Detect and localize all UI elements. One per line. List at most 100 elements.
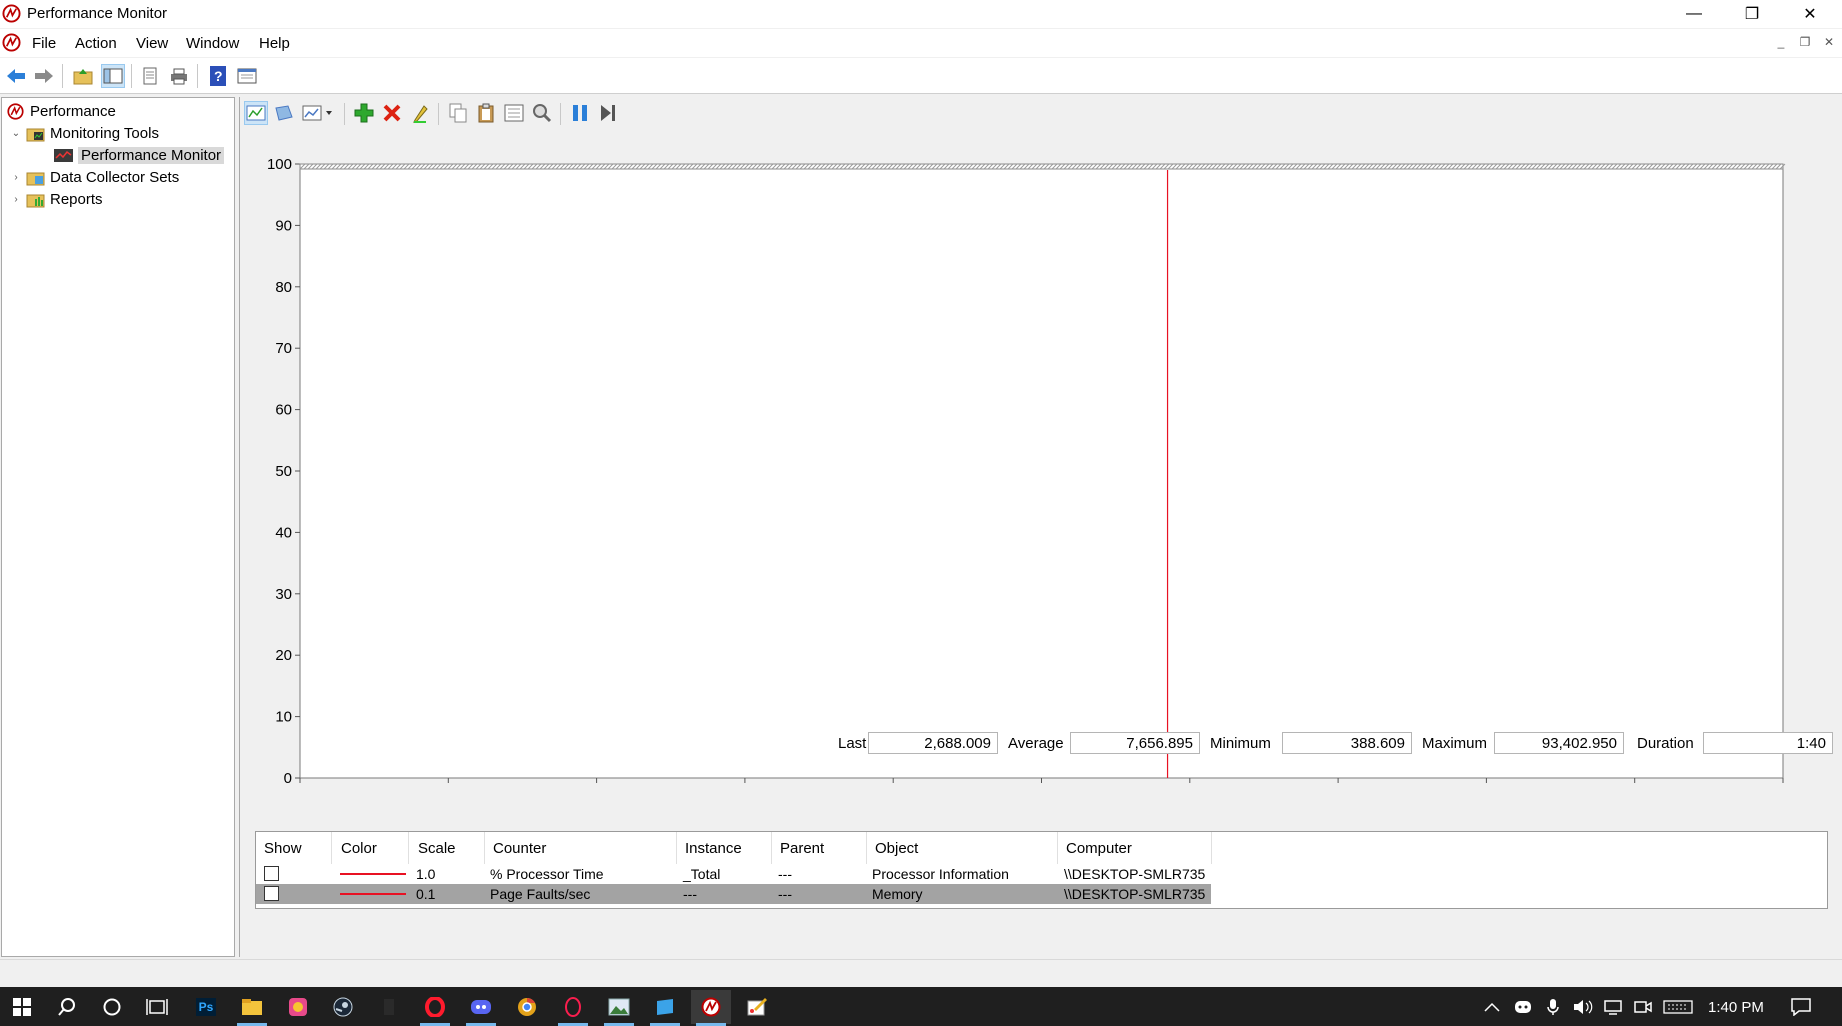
blank-app-icon[interactable] — [369, 992, 409, 1022]
stat-last-label: Last — [838, 735, 867, 752]
show-checkbox[interactable] — [264, 886, 279, 901]
table-row[interactable]: 1.0 % Processor Time _Total --- Processo… — [256, 864, 1211, 884]
show-checkbox[interactable] — [264, 866, 279, 881]
menu-view[interactable]: View — [136, 35, 168, 52]
update-data-icon[interactable] — [596, 101, 620, 125]
paste-counter-list-icon[interactable] — [474, 101, 498, 125]
forward-icon[interactable] — [32, 64, 56, 88]
cell-counter: % Processor Time — [490, 866, 604, 882]
column-header-color[interactable]: Color — [341, 840, 377, 857]
print-icon[interactable] — [167, 64, 191, 88]
title-bar: Performance Monitor — ❐ ✕ — [0, 0, 1842, 28]
restore-button[interactable]: ❐ — [1723, 0, 1781, 28]
tree-label: Data Collector Sets — [50, 169, 180, 186]
help-icon[interactable]: ? — [206, 64, 230, 88]
highlight-icon[interactable] — [408, 101, 432, 125]
task-view-icon[interactable] — [137, 992, 177, 1022]
close-button[interactable]: ✕ — [1781, 0, 1839, 28]
up-folder-icon[interactable] — [71, 64, 95, 88]
discord-tray-icon[interactable] — [1512, 996, 1534, 1018]
menu-action[interactable]: Action — [75, 35, 117, 52]
minimize-button[interactable]: — — [1665, 0, 1723, 28]
freeze-display-icon[interactable] — [568, 101, 592, 125]
performance-monitor-icon[interactable] — [691, 990, 731, 1024]
tree-item-performance-monitor[interactable]: Performance Monitor — [54, 145, 225, 166]
steam-icon[interactable] — [323, 992, 363, 1022]
view-current-activity-icon[interactable] — [244, 101, 268, 125]
change-graph-type-icon[interactable] — [300, 101, 336, 125]
search-icon[interactable] — [47, 992, 87, 1022]
microphone-icon[interactable] — [1542, 996, 1564, 1018]
y-tick-label: 50 — [275, 463, 292, 480]
properties-icon[interactable] — [502, 101, 526, 125]
performance-monitor-app-icon — [2, 4, 21, 23]
column-header-counter[interactable]: Counter — [493, 840, 546, 857]
mdi-minimize-button[interactable]: _ — [1772, 35, 1790, 53]
color-swatch — [340, 873, 406, 875]
photos-icon[interactable] — [278, 992, 318, 1022]
properties-icon[interactable] — [138, 64, 162, 88]
expander-icon[interactable]: ⌄ — [10, 128, 22, 139]
opera-gx-icon[interactable] — [553, 992, 593, 1022]
tree-item-monitoring-tools[interactable]: ⌄ Monitoring Tools — [10, 123, 159, 144]
tree-item-reports[interactable]: › Reports — [10, 189, 102, 210]
show-hide-tree-icon[interactable] — [101, 64, 125, 88]
column-header-instance[interactable]: Instance — [685, 840, 742, 857]
file-explorer-icon[interactable] — [232, 992, 272, 1022]
chrome-icon[interactable] — [507, 992, 547, 1022]
paint-icon[interactable] — [737, 992, 777, 1022]
add-counter-icon[interactable] — [352, 101, 376, 125]
mdi-restore-button[interactable]: ❐ — [1796, 35, 1814, 53]
color-swatch — [340, 893, 406, 895]
keyboard-icon[interactable] — [1662, 996, 1694, 1018]
cell-counter: Page Faults/sec — [490, 886, 591, 902]
stat-maximum-label: Maximum — [1422, 735, 1488, 752]
menu-file[interactable]: File — [32, 35, 56, 52]
y-tick-label: 70 — [275, 340, 292, 357]
windows-start-icon[interactable] — [2, 992, 42, 1022]
column-header-object[interactable]: Object — [875, 840, 918, 857]
system-menu-icon[interactable] — [2, 33, 21, 52]
delete-counter-icon[interactable] — [380, 101, 404, 125]
expander-icon[interactable]: › — [10, 172, 22, 183]
view-log-data-icon[interactable] — [272, 101, 296, 125]
mmc-view-icon[interactable] — [235, 64, 259, 88]
copy-properties-icon[interactable] — [446, 101, 470, 125]
image-viewer-icon[interactable] — [599, 992, 639, 1022]
y-tick-label: 60 — [275, 402, 292, 419]
volume-icon[interactable] — [1572, 996, 1594, 1018]
y-tick-label: 80 — [275, 279, 292, 296]
column-header-show[interactable]: Show — [264, 840, 302, 857]
y-tick-label: 20 — [275, 647, 292, 664]
cell-instance: --- — [683, 886, 697, 902]
cell-computer: \\DESKTOP-SMLR735 — [1064, 886, 1206, 902]
counter-legend-table[interactable]: Show Color Scale Counter Instance Parent… — [255, 831, 1828, 909]
tree-item-performance[interactable]: Performance — [6, 101, 116, 122]
meet-now-icon[interactable] — [1632, 996, 1654, 1018]
stat-minimum-value: 388.609 — [1282, 732, 1412, 754]
tree-item-data-collector-sets[interactable]: › Data Collector Sets — [10, 167, 179, 188]
cortana-icon[interactable] — [92, 992, 132, 1022]
network-icon[interactable] — [1602, 996, 1624, 1018]
menu-window[interactable]: Window — [186, 35, 239, 52]
table-row-selected[interactable]: 0.1 Page Faults/sec --- --- Memory \\DES… — [256, 884, 1211, 904]
performance-monitor-pane: 01020304050607080901001:39:20 PM1:39:30 … — [239, 97, 1842, 957]
line-chart[interactable]: 01020304050607080901001:39:20 PM1:39:30 … — [242, 131, 1840, 791]
column-header-computer[interactable]: Computer — [1066, 840, 1132, 857]
zoom-icon[interactable] — [530, 101, 554, 125]
app-icon[interactable] — [645, 992, 685, 1022]
column-header-parent[interactable]: Parent — [780, 840, 824, 857]
plot-area — [299, 163, 1784, 779]
back-icon[interactable] — [4, 64, 28, 88]
mdi-close-button[interactable]: ✕ — [1820, 35, 1838, 53]
column-header-scale[interactable]: Scale — [418, 840, 456, 857]
svg-text:?: ? — [214, 68, 223, 84]
expander-icon[interactable]: › — [10, 194, 22, 205]
opera-icon[interactable] — [415, 992, 455, 1022]
action-center-icon[interactable] — [1790, 996, 1812, 1018]
photoshop-icon[interactable]: Ps — [186, 992, 226, 1022]
discord-icon[interactable] — [461, 992, 501, 1022]
menu-help[interactable]: Help — [259, 35, 290, 52]
clock[interactable]: 1:40 PM — [1708, 999, 1764, 1016]
chevron-up-icon[interactable] — [1481, 996, 1503, 1018]
